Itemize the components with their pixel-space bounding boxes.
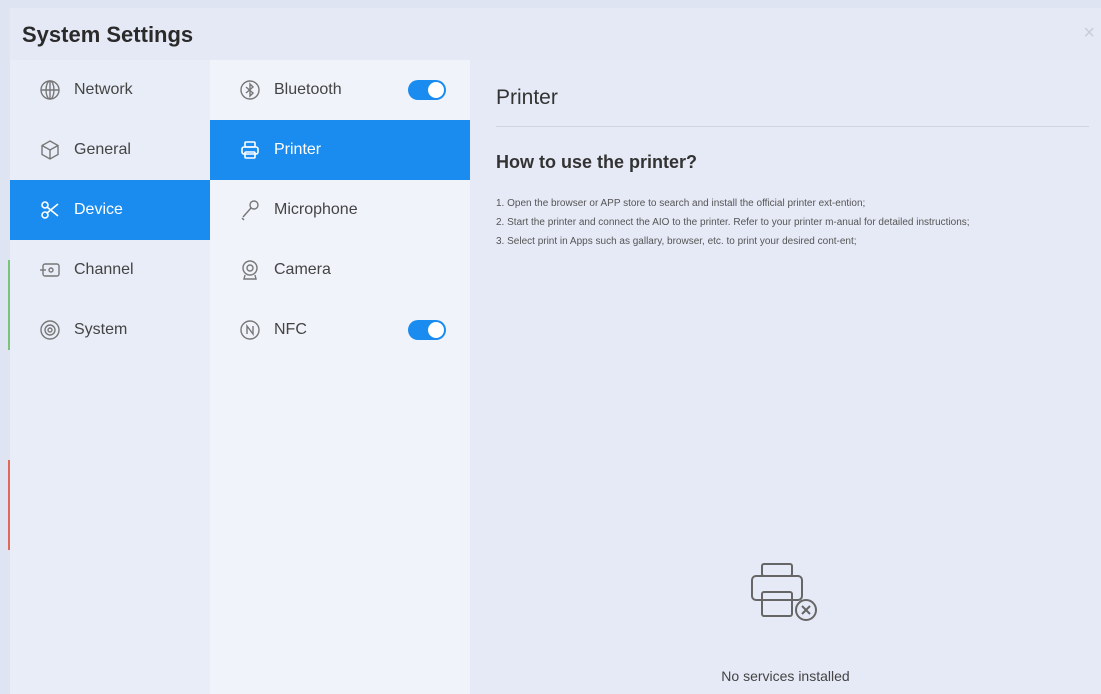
nav-item-label: Network (74, 81, 133, 98)
submenu-item-label: NFC (274, 321, 307, 338)
device-icon (38, 198, 62, 222)
nav-item-channel[interactable]: Channel (10, 240, 210, 300)
nav-item-label: System (74, 321, 128, 338)
nav-item-device[interactable]: Device (10, 180, 210, 240)
nav-item-label: General (74, 141, 131, 158)
nav-item-general[interactable]: General (10, 120, 210, 180)
nfc-icon (238, 318, 262, 342)
microphone-icon (238, 198, 262, 222)
main-nav: Network General Device Channel System (10, 60, 210, 694)
globe-icon (38, 78, 62, 102)
gear-icon (38, 318, 62, 342)
nav-item-network[interactable]: Network (10, 60, 210, 120)
device-submenu: Bluetooth Printer Microphone Camera NFC (210, 60, 470, 694)
submenu-item-label: Microphone (274, 201, 358, 218)
instruction-step: 2. Start the printer and connect the AIO… (496, 217, 970, 228)
bluetooth-icon (238, 78, 262, 102)
submenu-item-microphone[interactable]: Microphone (210, 180, 470, 240)
submenu-item-label: Camera (274, 261, 331, 278)
submenu-item-label: Bluetooth (274, 81, 342, 98)
submenu-item-label: Printer (274, 141, 322, 158)
channel-icon (38, 258, 62, 282)
instruction-step: 3. Select print in Apps such as gallary,… (496, 236, 857, 247)
nav-item-label: Device (74, 201, 123, 218)
how-to-title: How to use the printer? (496, 152, 698, 172)
printer-error-icon (740, 560, 830, 630)
submenu-item-nfc[interactable]: NFC (210, 300, 470, 360)
submenu-item-camera[interactable]: Camera (210, 240, 470, 300)
panel-title: Printer (496, 86, 558, 109)
nav-item-label: Channel (74, 261, 134, 278)
close-icon[interactable]: × (1083, 22, 1095, 45)
window-title: System Settings (22, 22, 194, 47)
instructions: 1. Open the browser or APP store to sear… (496, 194, 996, 251)
printer-icon (238, 138, 262, 162)
nav-item-system[interactable]: System (10, 300, 210, 360)
settings-window: System Settings × Network General Device… (10, 8, 1101, 694)
empty-state-text: No services installed (721, 668, 850, 684)
printer-panel: Printer How to use the printer? 1. Open … (470, 60, 1101, 694)
bluetooth-toggle[interactable] (408, 80, 446, 100)
submenu-item-printer[interactable]: Printer (210, 120, 470, 180)
nfc-toggle[interactable] (408, 320, 446, 340)
instruction-step: 1. Open the browser or APP store to sear… (496, 198, 866, 209)
camera-icon (238, 258, 262, 282)
submenu-item-bluetooth[interactable]: Bluetooth (210, 60, 470, 120)
cube-icon (38, 138, 62, 162)
divider (496, 126, 1089, 127)
